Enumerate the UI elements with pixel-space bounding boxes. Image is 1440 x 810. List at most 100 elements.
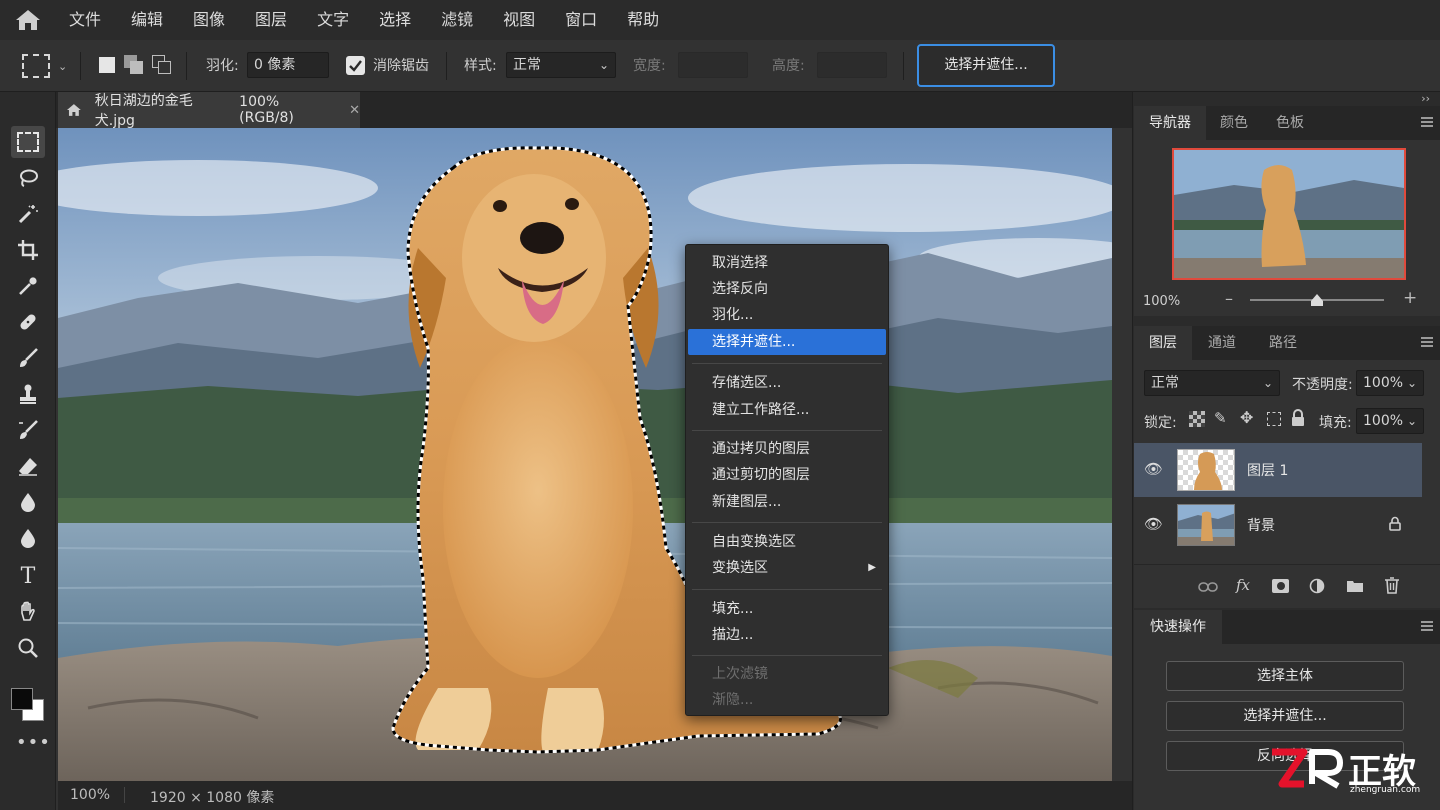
ctx-layer-via-cut[interactable]: 通过剪切的图层 (688, 462, 886, 488)
ctx-inverse[interactable]: 选择反向 (688, 276, 886, 302)
zoom-tool-icon[interactable] (11, 632, 45, 664)
history-brush-tool-icon[interactable] (11, 414, 45, 446)
navigator-zoom-value[interactable]: 100% (1143, 294, 1180, 309)
lasso-tool-icon[interactable] (11, 162, 45, 194)
layer-name[interactable]: 背景 (1247, 515, 1275, 535)
ctx-save-selection[interactable]: 存储选区... (688, 370, 886, 396)
link-layers-icon[interactable] (1198, 580, 1218, 594)
ctx-transform-selection[interactable]: 变换选区 ▶ (688, 555, 886, 581)
panel-menu-icon[interactable] (1421, 117, 1433, 127)
antialias-checkbox[interactable] (346, 56, 365, 75)
healing-brush-tool-icon[interactable] (11, 306, 45, 338)
menu-item[interactable]: 选择 (366, 0, 428, 40)
new-group-icon[interactable] (1346, 579, 1364, 593)
slider-knob[interactable] (1310, 293, 1324, 307)
panel-menu-icon[interactable] (1421, 337, 1433, 347)
menu-item[interactable]: 窗口 (552, 0, 614, 40)
magic-wand-tool-icon[interactable] (11, 198, 45, 230)
clone-stamp-tool-icon[interactable] (11, 378, 45, 410)
chevron-down-icon[interactable]: ⌄ (58, 60, 67, 73)
navigator-thumbnail[interactable] (1172, 148, 1406, 280)
rect-marquee-tool-icon[interactable] (11, 126, 45, 158)
menu-item[interactable]: 文件 (56, 0, 118, 40)
expand-panels-icon[interactable]: ›› (1421, 92, 1430, 105)
ctx-free-transform-selection[interactable]: 自由变换选区 (688, 529, 886, 555)
menu-item[interactable]: 帮助 (614, 0, 676, 40)
menu-item[interactable]: 图像 (180, 0, 242, 40)
lock-position-icon[interactable]: ✥ (1240, 408, 1253, 427)
blend-mode-select[interactable]: 正常 ⌄ (1144, 370, 1280, 396)
hand-tool-icon[interactable] (11, 596, 45, 628)
ctx-make-work-path[interactable]: 建立工作路径... (688, 397, 886, 423)
opacity-input[interactable]: 100% ⌄ (1356, 370, 1424, 396)
opacity-label: 不透明度: (1292, 377, 1353, 393)
menu-item[interactable]: 图层 (242, 0, 304, 40)
more-tools-icon[interactable]: ••• (16, 732, 51, 753)
watermark-logo: 正软 zhengruan.com (1270, 740, 1436, 802)
ctx-fill[interactable]: 填充... (688, 596, 886, 622)
tab-quick-actions[interactable]: 快速操作 (1134, 610, 1222, 644)
quick-select-and-mask-button[interactable]: 选择并遮住... (1166, 701, 1404, 731)
eyedropper-tool-icon[interactable] (11, 270, 45, 302)
close-icon[interactable]: ✕ (349, 103, 360, 118)
status-zoom[interactable]: 100% (70, 787, 110, 803)
new-selection-icon[interactable] (99, 57, 115, 73)
eraser-tool-icon[interactable] (11, 450, 45, 482)
width-label: 宽度: (633, 58, 666, 74)
height-input[interactable] (817, 52, 887, 78)
subtract-selection-icon[interactable] (152, 55, 172, 75)
crop-tool-icon[interactable] (11, 234, 45, 266)
blur-tool-icon[interactable] (11, 486, 45, 518)
layer-row[interactable]: 👁 背景 (1134, 498, 1422, 552)
ctx-feather[interactable]: 羽化... (688, 302, 886, 328)
canvas[interactable] (58, 128, 1112, 781)
home-icon[interactable] (0, 0, 56, 40)
document-tab[interactable]: 秋日湖边的金毛犬.jpg 100% (RGB/8) ✕ (58, 92, 360, 129)
ctx-layer-via-copy[interactable]: 通过拷贝的图层 (688, 436, 886, 462)
lock-pixels-icon[interactable]: ✎ (1214, 409, 1227, 427)
tab-paths[interactable]: 路径 (1252, 326, 1314, 360)
tab-layers[interactable]: 图层 (1134, 326, 1192, 360)
width-input[interactable] (678, 52, 748, 78)
ctx-deselect[interactable]: 取消选择 (688, 250, 886, 276)
foreground-color-swatch[interactable] (11, 688, 33, 710)
zoom-in-icon[interactable]: + (1403, 288, 1417, 308)
navigator-zoom-slider[interactable] (1250, 294, 1384, 306)
brush-tool-icon[interactable] (11, 342, 45, 374)
home-icon (66, 104, 81, 116)
adjustment-layer-icon[interactable] (1309, 578, 1325, 594)
tab-channels[interactable]: 通道 (1192, 326, 1252, 360)
add-mask-icon[interactable] (1272, 579, 1289, 593)
select-and-mask-button[interactable]: 选择并遮住... (917, 44, 1055, 87)
visibility-eye-icon[interactable]: 👁 (1144, 515, 1163, 533)
menu-item[interactable]: 文字 (304, 0, 366, 40)
menu-item[interactable]: 滤镜 (428, 0, 490, 40)
tab-color[interactable]: 颜色 (1206, 106, 1262, 140)
ctx-stroke[interactable]: 描边... (688, 622, 886, 648)
fx-icon[interactable]: fx (1236, 576, 1250, 594)
select-subject-button[interactable]: 选择主体 (1166, 661, 1404, 691)
fill-input[interactable]: 100% ⌄ (1356, 408, 1424, 434)
layer-name[interactable]: 图层 1 (1247, 460, 1288, 480)
delete-layer-icon[interactable] (1384, 577, 1400, 594)
antialias-label: 消除锯齿 (373, 58, 429, 74)
dodge-tool-icon[interactable] (11, 522, 45, 554)
lock-all-icon[interactable] (1291, 409, 1305, 427)
ctx-new-layer[interactable]: 新建图层... (688, 489, 886, 515)
lock-transparent-icon[interactable] (1189, 411, 1205, 427)
type-tool-icon[interactable]: T (11, 560, 45, 592)
menu-item[interactable]: 编辑 (118, 0, 180, 40)
marquee-tool-preset-icon[interactable] (22, 54, 50, 78)
zoom-out-icon[interactable]: – (1225, 289, 1233, 308)
lock-artboard-icon[interactable] (1267, 412, 1281, 426)
menu-item[interactable]: 视图 (490, 0, 552, 40)
ctx-select-and-mask[interactable]: 选择并遮住... (688, 329, 886, 355)
layer-row[interactable]: 👁 图层 1 (1134, 443, 1422, 497)
tab-swatches[interactable]: 色板 (1262, 106, 1318, 140)
feather-input[interactable]: 0 像素 (247, 52, 329, 78)
style-select[interactable]: 正常 ⌄ (506, 52, 616, 78)
visibility-eye-icon[interactable]: 👁 (1144, 460, 1163, 478)
panel-menu-icon[interactable] (1421, 621, 1433, 631)
tab-navigator[interactable]: 导航器 (1134, 106, 1206, 140)
add-selection-icon[interactable] (124, 55, 144, 75)
